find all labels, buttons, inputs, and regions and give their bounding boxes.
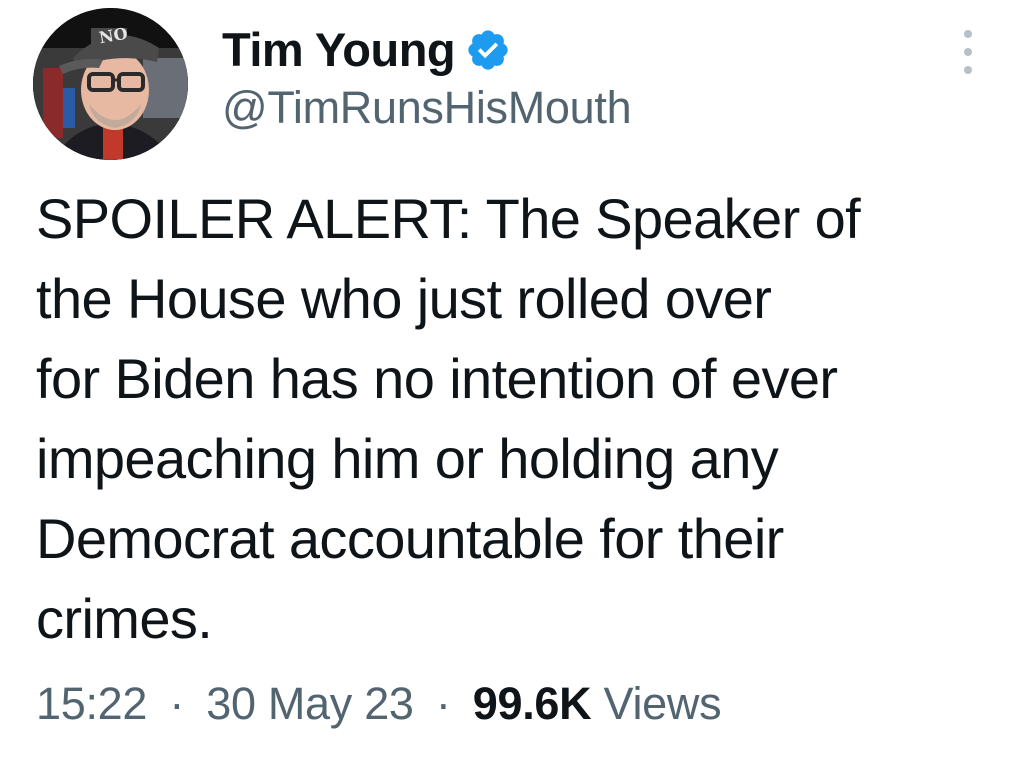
tweet-date[interactable]: 30 May 23	[206, 678, 414, 729]
meta-separator: ·	[435, 678, 451, 729]
more-dot	[964, 30, 972, 38]
more-dot	[964, 48, 972, 56]
avatar[interactable]: NO	[33, 8, 188, 160]
tweet-card: NO Tim Young @TimRunsHisMouth SPOILER AL…	[0, 0, 1024, 761]
verified-badge-icon	[465, 27, 511, 73]
author-name-row[interactable]: Tim Young	[222, 22, 511, 78]
display-name[interactable]: Tim Young	[222, 22, 456, 78]
meta-separator: ·	[169, 678, 185, 729]
views-count[interactable]: 99.6K	[473, 678, 592, 729]
views-label[interactable]: Views	[604, 678, 722, 729]
tweet-time[interactable]: 15:22	[36, 678, 147, 729]
author-handle[interactable]: @TimRunsHisMouth	[222, 80, 632, 136]
tweet-text: SPOILER ALERT: The Speaker of the House …	[36, 187, 861, 650]
more-options-icon[interactable]	[958, 30, 978, 74]
tweet-meta: 15:22 · 30 May 23 · 99.6K Views	[36, 674, 722, 734]
more-dot	[964, 66, 972, 74]
